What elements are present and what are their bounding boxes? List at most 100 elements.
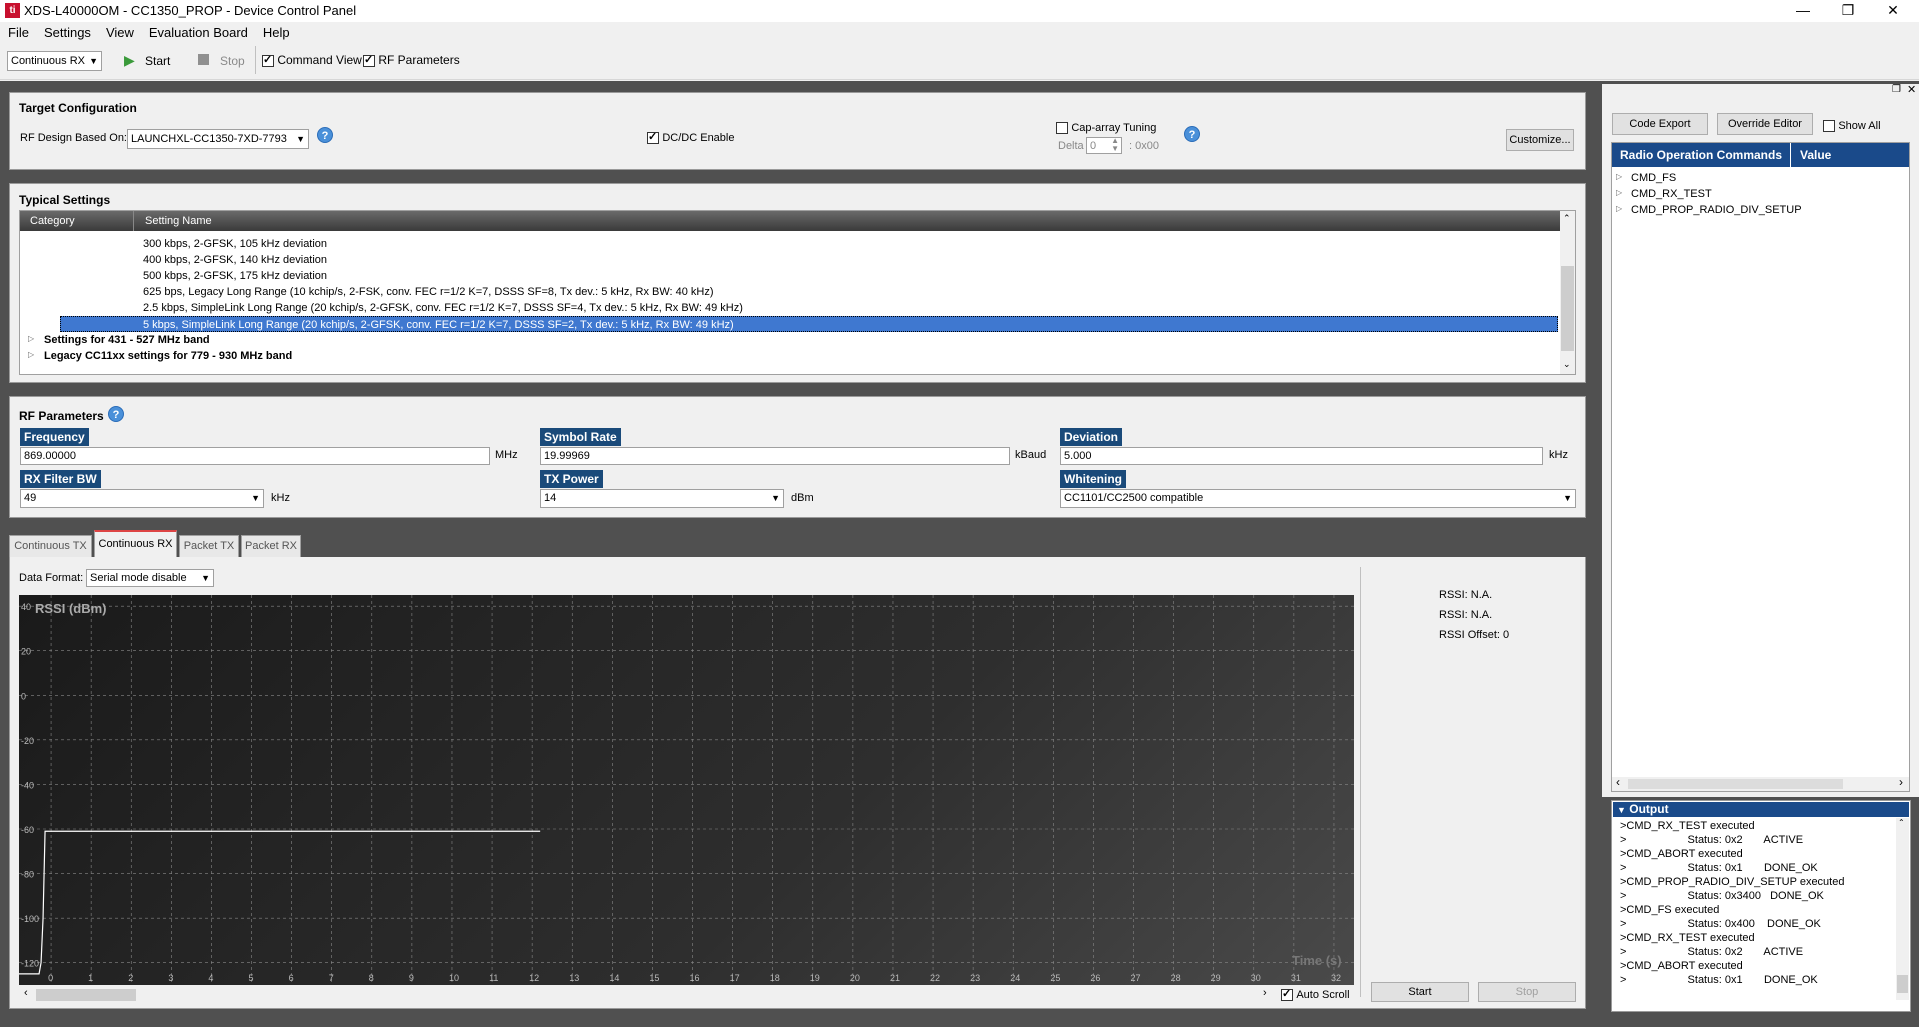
scrollbar-thumb[interactable] bbox=[1561, 266, 1574, 351]
cap-array-toggle[interactable]: Cap-array Tuning bbox=[1056, 120, 1156, 134]
rf-design-select[interactable]: LAUNCHXL-CC1350-7XD-7793 ▼ bbox=[127, 129, 309, 149]
command-view-label: Command View bbox=[277, 53, 362, 67]
scroll-left-icon[interactable]: ‹ bbox=[24, 987, 28, 999]
expand-arrow-icon[interactable]: ▷ bbox=[28, 334, 34, 343]
scroll-right-icon[interactable]: › bbox=[1263, 987, 1267, 999]
command-item[interactable]: CMD_FS bbox=[1631, 170, 1676, 186]
x-tick-label: 1 bbox=[88, 973, 93, 983]
close-icon[interactable]: ✕ bbox=[1907, 83, 1916, 96]
col-setting-name[interactable]: Setting Name bbox=[145, 211, 212, 231]
show-all-checkbox[interactable] bbox=[1823, 119, 1835, 132]
tx-power-select[interactable]: 14 ▼ bbox=[540, 489, 784, 508]
stop-button[interactable]: Stop bbox=[220, 54, 245, 68]
scrollbar-thumb[interactable] bbox=[1897, 975, 1908, 993]
scroll-right-icon[interactable]: › bbox=[1899, 775, 1903, 789]
target-config-title: Target Configuration bbox=[19, 101, 137, 115]
show-all-toggle[interactable]: Show All bbox=[1823, 118, 1881, 132]
collapse-icon[interactable]: ▼ bbox=[1617, 805, 1626, 815]
horizontal-scrollbar[interactable]: ‹ › bbox=[20, 987, 1275, 1003]
dcdc-enable-toggle[interactable]: DC/DC Enable bbox=[647, 130, 734, 144]
commands-table: Radio Operation Commands Value ▷ CMD_FS … bbox=[1611, 142, 1910, 792]
expand-arrow-icon[interactable]: ▷ bbox=[1616, 172, 1622, 181]
table-row-selected[interactable]: 5 kbps, SimpleLink Long Range (20 kchip/… bbox=[60, 316, 1558, 332]
rx-filter-bw-select[interactable]: 49 ▼ bbox=[20, 489, 264, 508]
scroll-left-icon[interactable]: ‹ bbox=[1616, 775, 1620, 789]
close-button[interactable]: ✕ bbox=[1870, 0, 1916, 22]
spinner-arrows-icon[interactable]: ▲ ▼ bbox=[1111, 137, 1119, 153]
mode-select[interactable]: Continuous RX ▼ bbox=[7, 51, 102, 71]
rf-parameters-toggle[interactable]: RF Parameters bbox=[363, 53, 460, 67]
table-row[interactable]: 625 bps, Legacy Long Range (10 kchip/s, … bbox=[143, 284, 714, 300]
table-row[interactable]: 300 kbps, 2-GFSK, 105 kHz deviation bbox=[143, 236, 327, 252]
command-view-toggle[interactable]: Command View bbox=[262, 53, 362, 67]
menu-help[interactable]: Help bbox=[255, 22, 297, 40]
x-tick-label: 4 bbox=[208, 973, 213, 983]
command-view-checkbox[interactable] bbox=[262, 53, 274, 67]
restore-icon[interactable]: ❐ bbox=[1892, 84, 1901, 95]
dcdc-enable-checkbox[interactable] bbox=[647, 130, 659, 144]
tab-packet-rx[interactable]: Packet RX bbox=[241, 535, 301, 557]
help-icon[interactable]: ? bbox=[108, 406, 124, 422]
code-export-button[interactable]: Code Export bbox=[1612, 113, 1708, 135]
col-divider bbox=[1790, 143, 1791, 167]
auto-scroll-toggle[interactable]: Auto Scroll bbox=[1281, 987, 1350, 1001]
expand-arrow-icon[interactable]: ▷ bbox=[28, 350, 34, 359]
help-icon[interactable]: ? bbox=[317, 127, 333, 143]
horizontal-scrollbar[interactable]: ‹ › bbox=[1612, 775, 1909, 791]
col-radio-commands[interactable]: Radio Operation Commands bbox=[1620, 143, 1782, 167]
cap-array-checkbox[interactable] bbox=[1056, 121, 1068, 134]
output-title: Output bbox=[1629, 802, 1669, 816]
scroll-up-icon[interactable]: ⌃ bbox=[1563, 213, 1571, 224]
menu-view[interactable]: View bbox=[98, 22, 141, 40]
deviation-input[interactable]: 5.000 bbox=[1060, 447, 1543, 465]
rx-start-button[interactable]: Start bbox=[1371, 982, 1469, 1002]
frequency-input[interactable]: 869.00000 bbox=[20, 447, 490, 465]
whitening-select[interactable]: CC1101/CC2500 compatible ▼ bbox=[1060, 489, 1576, 508]
settings-group[interactable]: Legacy CC11xx settings for 779 - 930 MHz… bbox=[44, 348, 292, 364]
auto-scroll-checkbox[interactable] bbox=[1281, 987, 1293, 1001]
col-value[interactable]: Value bbox=[1800, 143, 1831, 167]
ti-logo-icon: ti bbox=[5, 3, 20, 18]
expand-arrow-icon[interactable]: ▷ bbox=[1616, 188, 1622, 197]
scroll-down-icon[interactable]: ⌄ bbox=[1563, 359, 1571, 370]
x-tick-label: 26 bbox=[1090, 973, 1100, 983]
data-format-value: Serial mode disable bbox=[90, 572, 187, 584]
rf-parameters-checkbox[interactable] bbox=[363, 53, 375, 67]
customize-button[interactable]: Customize... bbox=[1506, 129, 1574, 151]
symbol-rate-input[interactable]: 19.99969 bbox=[540, 447, 1010, 465]
command-item[interactable]: CMD_RX_TEST bbox=[1631, 186, 1712, 202]
rx-stop-button[interactable]: Stop bbox=[1478, 982, 1576, 1002]
menu-settings[interactable]: Settings bbox=[36, 22, 98, 40]
stop-icon[interactable] bbox=[198, 54, 209, 65]
scrollbar-thumb[interactable] bbox=[1628, 779, 1843, 789]
expand-arrow-icon[interactable]: ▷ bbox=[1616, 204, 1622, 213]
play-icon[interactable]: ▶ bbox=[124, 52, 135, 69]
tab-continuous-rx[interactable]: Continuous RX bbox=[94, 530, 177, 557]
table-row[interactable]: 2.5 kbps, SimpleLink Long Range (20 kchi… bbox=[143, 300, 743, 316]
restore-button[interactable]: ❐ bbox=[1825, 0, 1871, 22]
delta-spinner[interactable]: 0 ▲ ▼ bbox=[1086, 137, 1122, 154]
col-category[interactable]: Category bbox=[30, 211, 75, 231]
help-icon[interactable]: ? bbox=[1184, 126, 1200, 142]
tab-packet-tx[interactable]: Packet TX bbox=[179, 535, 239, 557]
command-item[interactable]: CMD_PROP_RADIO_DIV_SETUP bbox=[1631, 202, 1802, 218]
menu-file[interactable]: File bbox=[0, 22, 36, 40]
vertical-scrollbar[interactable]: ⌃ ⌄ bbox=[1560, 211, 1575, 374]
y-tick-label: -80 bbox=[21, 870, 34, 880]
start-button[interactable]: Start bbox=[145, 54, 170, 68]
vertical-scrollbar[interactable]: ⌃ bbox=[1896, 818, 1909, 1000]
table-row[interactable]: 400 kbps, 2-GFSK, 140 kHz deviation bbox=[143, 252, 327, 268]
cap-array-hex: : 0x00 bbox=[1129, 140, 1159, 152]
override-editor-button[interactable]: Override Editor bbox=[1717, 113, 1813, 135]
output-header[interactable]: ▼ Output bbox=[1613, 802, 1909, 817]
table-row[interactable]: 500 kbps, 2-GFSK, 175 kHz deviation bbox=[143, 268, 327, 284]
x-tick-label: 12 bbox=[529, 973, 539, 983]
data-format-select[interactable]: Serial mode disable ▼ bbox=[86, 569, 214, 587]
settings-group[interactable]: Settings for 431 - 527 MHz band bbox=[44, 332, 210, 348]
minimize-button[interactable]: — bbox=[1780, 0, 1826, 22]
menu-evaluation-board[interactable]: Evaluation Board bbox=[141, 22, 255, 40]
deviation-unit: kHz bbox=[1549, 449, 1568, 461]
scroll-up-icon[interactable]: ⌃ bbox=[1898, 818, 1905, 827]
tab-continuous-tx[interactable]: Continuous TX bbox=[9, 535, 92, 557]
scrollbar-thumb[interactable] bbox=[36, 989, 136, 1001]
